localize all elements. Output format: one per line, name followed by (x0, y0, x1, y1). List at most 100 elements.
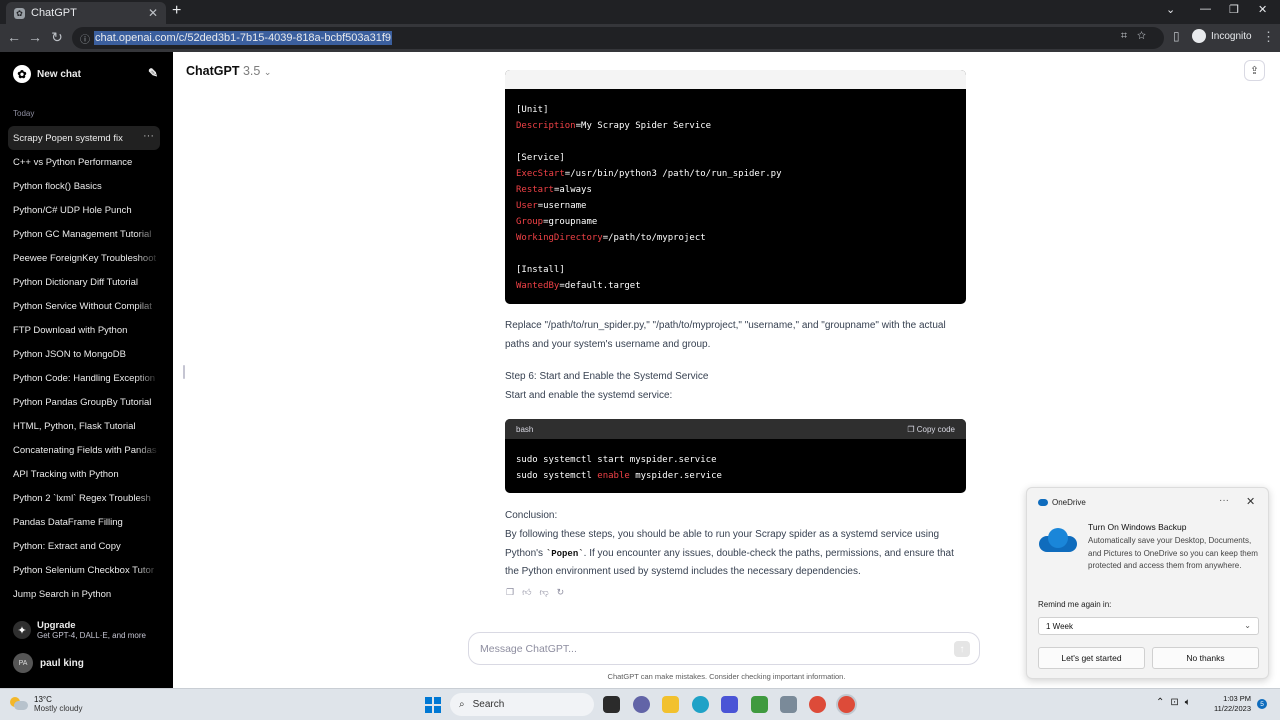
clock[interactable]: 1:03 PM 11/22/2023 (1213, 694, 1251, 714)
copy-icon[interactable]: ❐ (506, 587, 522, 597)
code-block-header (505, 70, 966, 89)
incognito-indicator[interactable]: Incognito (1192, 29, 1252, 43)
notification-badge[interactable]: 5 (1257, 699, 1267, 709)
notification-app: OneDrive (1052, 498, 1086, 507)
code-content: sudo systemctl start myspider.service sud… (505, 439, 966, 493)
history-item[interactable]: Python/C# UDP Hole Punch (8, 198, 160, 222)
history-item[interactable]: Python GC Management Tutorial (8, 222, 160, 246)
code-text: =always (553, 185, 592, 195)
app-icon[interactable] (721, 696, 738, 713)
code-keyword: enable (597, 471, 630, 481)
history-item[interactable]: Pandas DataFrame Filling (8, 510, 160, 534)
sidebar-resize-handle[interactable] (183, 365, 185, 379)
history-item[interactable]: Python Service Without Compilat (8, 294, 160, 318)
more-options-icon[interactable]: ··· (143, 130, 154, 142)
code-line: sudo systemctl start myspider.service (516, 452, 955, 468)
minimize-icon[interactable]: — (1200, 3, 1211, 15)
code-text: [Install] (516, 265, 565, 275)
history-item[interactable]: Python: Extract and Copy (8, 534, 160, 558)
history-item-label: Python Dictionary Diff Tutorial (13, 276, 138, 288)
copy-code-button[interactable]: ❐ Copy code (907, 425, 955, 434)
history-item-label: Python: Extract and Copy (13, 540, 121, 552)
code-line: [Service] (516, 150, 955, 166)
weather-widget[interactable]: 13°C Mostly cloudy (10, 695, 82, 713)
new-tab-icon[interactable]: + (172, 2, 181, 20)
taskbar-search[interactable]: ⌕ Search (450, 693, 594, 716)
new-chat-label: New chat (37, 68, 81, 80)
history-item[interactable]: Python flock() Basics (8, 174, 160, 198)
system-tray[interactable]: ⌃⊡🔈︎ (1156, 697, 1197, 708)
chrome-icon[interactable] (838, 696, 855, 713)
code-line: Restart=always (516, 182, 955, 198)
history-item[interactable]: Python Code: Handling Exception (8, 366, 160, 390)
maximize-icon[interactable]: ❐ (1229, 3, 1239, 16)
teams-chat-icon[interactable] (633, 696, 650, 713)
history-item-label: Pandas DataFrame Filling (13, 516, 123, 528)
notepad-icon[interactable] (751, 696, 768, 713)
step-heading: Step 6: Start and Enable the Systemd Ser… (505, 371, 709, 382)
chevron-down-icon: ⌄ (1244, 621, 1251, 630)
close-tab-icon[interactable]: ✕ (148, 6, 158, 20)
code-text: [Service] (516, 153, 565, 163)
history-item[interactable]: Python JSON to MongoDB (8, 342, 160, 366)
remind-select[interactable]: 1 Week ⌄ (1038, 617, 1259, 635)
address-bar[interactable]: ⓘ chat.openai.com/c/52ded3b1-7b15-4039-8… (72, 27, 1164, 49)
history-item-label: Python GC Management Tutorial (13, 228, 152, 240)
site-info-icon[interactable]: ⓘ (80, 31, 90, 46)
remind-value: 1 Week (1046, 621, 1073, 631)
history-item[interactable]: Python 2 `lxml` Regex Troublesh (8, 486, 160, 510)
user-menu[interactable]: PA paul king (13, 653, 84, 673)
history-item[interactable]: Python Selenium Checkbox Tutor (8, 558, 160, 582)
history-item[interactable]: Concatenating Fields with Pandas (8, 438, 160, 462)
back-icon[interactable]: ← (5, 29, 23, 45)
code-text: [Unit] (516, 105, 549, 115)
task-view-icon[interactable] (603, 696, 620, 713)
code-text: =/usr/bin/python3 /path/to/run_spider.py (564, 169, 782, 179)
history-item[interactable]: API Tracking with Python (8, 462, 160, 486)
history-item[interactable]: Jump Search in Python (8, 582, 160, 606)
send-icon[interactable]: ↑ (954, 641, 970, 657)
code-text: =/path/to/myproject (602, 233, 706, 243)
model-selector[interactable]: ChatGPT 3.5 ⌄ (186, 64, 271, 78)
file-explorer-icon[interactable] (662, 696, 679, 713)
history-item[interactable]: Python Pandas GroupBy Tutorial (8, 390, 160, 414)
forward-icon[interactable]: → (26, 29, 44, 45)
thumbs-down-icon[interactable]: 👎︎ (539, 587, 556, 597)
start-button[interactable] (425, 697, 441, 713)
close-icon[interactable]: ✕ (1246, 495, 1255, 508)
bookmark-star-icon[interactable]: ⌗☆ (1121, 30, 1156, 43)
history-item[interactable]: Python Dictionary Diff Tutorial (8, 270, 160, 294)
code-language: bash (516, 424, 534, 434)
inline-code: `Popen` (545, 548, 584, 559)
new-chat-button[interactable]: ✿ New chat ✎ (13, 64, 163, 84)
message-input[interactable]: Message ChatGPT... ↑ (468, 632, 980, 665)
app-icon[interactable] (780, 696, 797, 713)
history-item[interactable]: FTP Download with Python (8, 318, 160, 342)
history-item[interactable]: C++ vs Python Performance (8, 150, 160, 174)
browser-tab[interactable]: ✿ ChatGPT ✕ (6, 2, 166, 24)
code-line: Description=My Scrapy Spider Service (516, 118, 955, 134)
lets-get-started-button[interactable]: Let's get started (1038, 647, 1145, 669)
reload-icon[interactable]: ↻ (48, 29, 66, 46)
history-item[interactable]: Peewee ForeignKey Troubleshoot (8, 246, 160, 270)
share-icon[interactable]: ⇪ (1244, 60, 1265, 81)
more-options-icon[interactable]: ··· (1219, 495, 1229, 506)
browser-tab-strip: ✿ ChatGPT ✕ + ⌄ — ❐ ✕ (0, 0, 1280, 24)
history-item[interactable]: Scrapy Popen systemd fix ··· (8, 126, 160, 150)
upgrade-button[interactable]: ✦ Upgrade Get GPT-4, DALL·E, and more (13, 620, 146, 640)
close-window-icon[interactable]: ✕ (1258, 3, 1267, 16)
thumbs-up-icon[interactable]: 👍︎ (522, 587, 539, 597)
code-line: User=username (516, 198, 955, 214)
tab-search-icon[interactable]: ⌄ (1166, 3, 1175, 16)
code-keyword: User (516, 201, 538, 211)
regenerate-icon[interactable]: ↻ (557, 587, 573, 597)
edge-icon[interactable] (692, 696, 709, 713)
chrome-icon[interactable] (809, 696, 826, 713)
message-paragraph: Replace "/path/to/run_spider.py," "/path… (505, 320, 946, 350)
history-item[interactable]: HTML, Python, Flask Tutorial (8, 414, 160, 438)
no-thanks-button[interactable]: No thanks (1152, 647, 1259, 669)
browser-menu-icon[interactable]: ⋮ (1262, 29, 1275, 45)
edit-icon[interactable]: ✎ (148, 66, 158, 80)
side-panel-icon[interactable]: ▯ (1173, 29, 1180, 43)
